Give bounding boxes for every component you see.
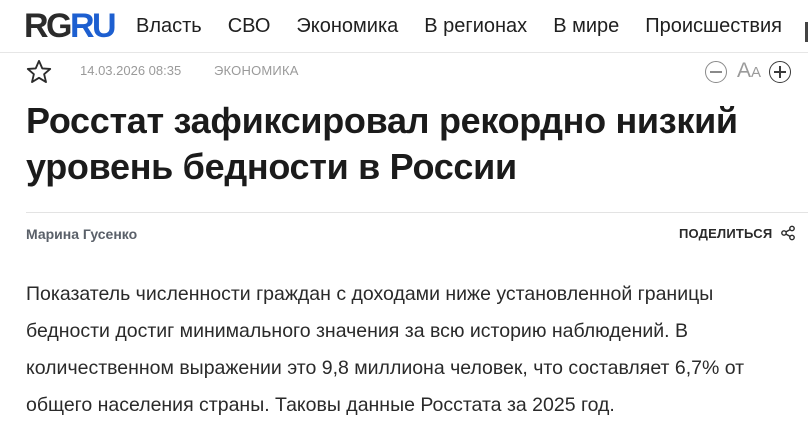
share-icon: [781, 225, 796, 241]
plus-circle-icon[interactable]: [769, 61, 792, 83]
nav-item-vlast[interactable]: Власть: [136, 15, 202, 38]
rgru-logo[interactable]: RGRU: [24, 7, 117, 45]
rubric-link[interactable]: ЭКОНОМИКА: [214, 63, 299, 78]
plus-stroke-v: [779, 66, 781, 78]
publish-date: 14.03.2026 08:35: [80, 63, 182, 78]
font-size-small-letter: A: [751, 64, 762, 81]
nav-item-svo[interactable]: СВО: [228, 15, 271, 38]
font-size-icon: AA: [737, 60, 761, 84]
main-menu: Власть СВО Экономика В регионах В мире П…: [136, 0, 808, 52]
author-link[interactable]: Марина Гусенко: [26, 226, 137, 242]
article-lead: Показатель численности граждан с доходам…: [26, 283, 745, 416]
font-size-big-letter: A: [737, 59, 752, 82]
title-divider: [26, 212, 808, 213]
nav-item-incidents[interactable]: Происшествия: [645, 15, 782, 38]
top-navigation-bar: RGRU Власть СВО Экономика В регионах В м…: [0, 0, 808, 53]
share-label: ПОДЕЛИТЬСЯ: [679, 225, 773, 241]
logo-text-rg: RG: [24, 7, 73, 45]
nav-item-economy[interactable]: Экономика: [296, 15, 398, 38]
logo-text-ru: RU: [70, 7, 117, 45]
minus-circle-icon[interactable]: [705, 61, 727, 83]
share-button[interactable]: ПОДЕЛИТЬСЯ: [679, 225, 796, 241]
nav-item-world[interactable]: В мире: [553, 15, 619, 38]
minus-stroke: [710, 71, 722, 73]
article-title: Росстат зафиксировал рекордно низкий уро…: [26, 100, 738, 187]
article-meta-row: 14.03.2026 08:35 ЭКОНОМИКА AA: [0, 58, 808, 88]
nav-item-regions[interactable]: В регионах: [424, 15, 527, 38]
font-size-controls: AA: [705, 59, 792, 85]
star-outline-icon[interactable]: [25, 58, 53, 86]
